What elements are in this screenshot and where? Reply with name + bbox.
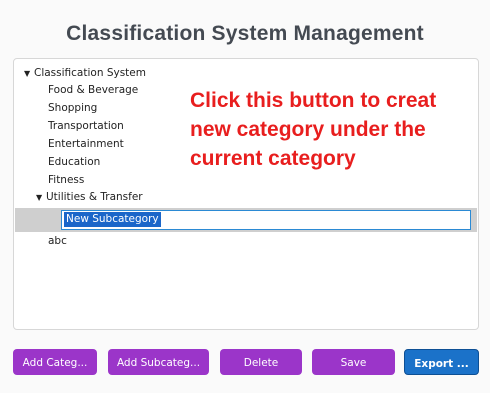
tree-item[interactable]: Food & Beverage — [48, 82, 138, 99]
tree-item[interactable]: Fitness — [48, 172, 84, 189]
delete-button[interactable]: Delete — [220, 349, 302, 375]
new-subcategory-input-text[interactable]: New Subcategory — [64, 212, 161, 227]
export-button[interactable]: Export ... — [404, 349, 479, 375]
tree-item[interactable]: Education — [48, 154, 100, 171]
tree-item[interactable]: abc — [48, 233, 67, 250]
page-title: Classification System Management — [66, 22, 424, 45]
save-button[interactable]: Save — [312, 349, 395, 375]
tree-item-label: Utilities & Transfer — [46, 191, 143, 203]
add-subcategory-button[interactable]: Add Subcateg... — [108, 349, 209, 375]
tree-item[interactable]: Transportation — [48, 118, 124, 135]
classification-window: Classification System Management ▼ Classi… — [0, 0, 490, 393]
new-subcategory-editor[interactable]: New Subcategory — [61, 210, 471, 230]
expand-arrow-icon[interactable]: ▼ — [36, 189, 46, 206]
tree-root[interactable]: ▼ Classification System — [24, 65, 146, 82]
tree-item[interactable]: Shopping — [48, 100, 97, 117]
expand-arrow-icon[interactable]: ▼ — [24, 65, 34, 82]
tree-item[interactable]: Entertainment — [48, 136, 124, 153]
tree-item-expanded[interactable]: ▼ Utilities & Transfer — [36, 189, 143, 206]
tree-root-label: Classification System — [34, 67, 146, 79]
add-category-button[interactable]: Add Categ... — [13, 349, 97, 375]
instruction-annotation: Click this button to creat new category … — [190, 89, 437, 170]
